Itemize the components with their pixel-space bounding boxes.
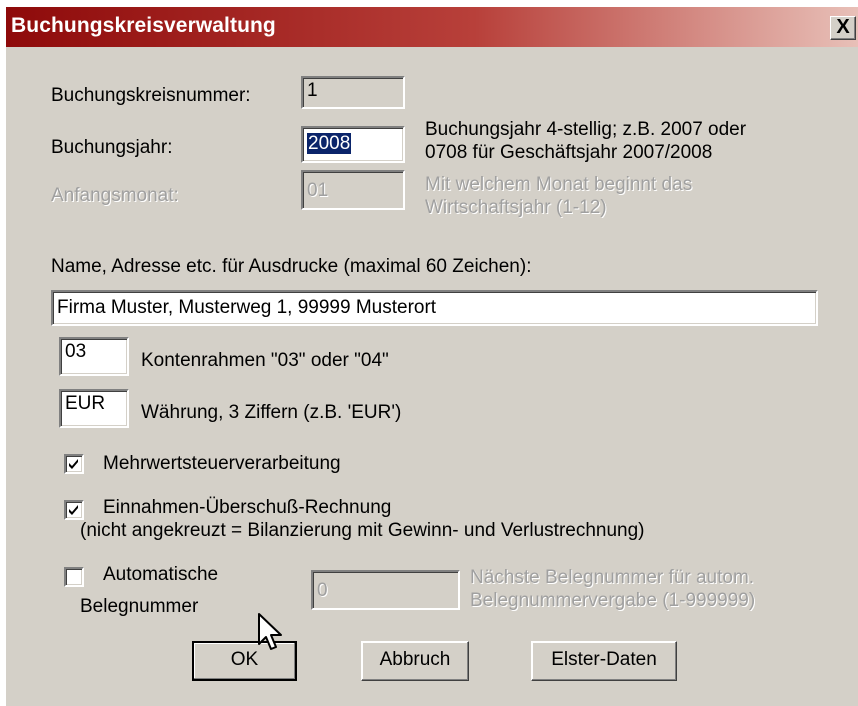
buchungsjahr-label: Buchungsjahr:	[51, 137, 173, 158]
anfangsmonat-hint-line2: Wirtschaftsjahr (1-12)	[425, 197, 607, 218]
buchungskreisnummer-field: 1	[301, 76, 405, 109]
checkmark-icon	[69, 459, 78, 469]
abbruch-button[interactable]: Abbruch	[361, 641, 469, 681]
anfangsmonat-field: 01	[301, 170, 405, 210]
eur-sublabel: (nicht angekreuzt = Bilanzierung mit Gew…	[80, 520, 645, 541]
belegnummer-hint-line1: Nächste Belegnummer für autom.	[470, 567, 755, 588]
name-value: Firma Muster, Musterweg 1, 99999 Mustero…	[57, 297, 437, 318]
auto-beleg-label-line2[interactable]: Belegnummer	[80, 596, 198, 618]
eur-checkbox[interactable]	[64, 500, 84, 520]
name-label: Name, Adresse etc. für Ausdrucke (maxima…	[51, 256, 532, 277]
kontenrahmen-input[interactable]: 03	[59, 337, 129, 376]
close-icon: X	[836, 16, 850, 38]
kontenrahmen-label: Kontenrahmen "03" oder "04"	[141, 350, 389, 371]
anfangsmonat-label: Anfangsmonat:	[51, 185, 179, 206]
close-button[interactable]: X	[830, 16, 856, 40]
buchungsjahr-value: 2008	[307, 133, 352, 154]
belegnummer-field: 0	[311, 570, 460, 610]
waehrung-value: EUR	[65, 393, 106, 414]
belegnummer-hint-line2: Belegnummervergabe (1-999999)	[470, 590, 756, 611]
mwst-checkbox[interactable]	[64, 454, 84, 474]
dialog-window: Buchungskreisverwaltung X Buchungskreisn…	[6, 7, 858, 706]
anfangsmonat-value: 01	[307, 180, 329, 201]
buchungsjahr-hint-line2: 0708 für Geschäftsjahr 2007/2008	[425, 142, 713, 163]
mouse-cursor-icon	[258, 613, 282, 650]
ok-button-label: OK	[230, 649, 259, 670]
abbruch-button-label: Abbruch	[379, 649, 451, 670]
waehrung-input[interactable]: EUR	[59, 389, 129, 428]
anfangsmonat-hint-line1: Mit welchem Monat beginnt das	[425, 174, 693, 195]
mwst-label[interactable]: Mehrwertsteuerverarbeitung	[103, 453, 341, 475]
kontenrahmen-value: 03	[65, 341, 87, 362]
buchungskreisnummer-value: 1	[307, 80, 318, 101]
name-input[interactable]: Firma Muster, Musterweg 1, 99999 Mustero…	[51, 290, 818, 326]
window-title: Buchungskreisverwaltung	[11, 14, 276, 37]
buchungskreisnummer-label: Buchungskreisnummer:	[51, 85, 251, 106]
checkmark-icon	[69, 505, 78, 515]
belegnummer-value: 0	[317, 580, 328, 601]
buchungsjahr-input[interactable]: 2008	[301, 126, 405, 163]
auto-beleg-label-line1[interactable]: Automatische	[103, 564, 218, 586]
waehrung-label: Währung, 3 Ziffern (z.B. 'EUR')	[141, 402, 402, 423]
elster-daten-button-label: Elster-Daten	[551, 649, 657, 670]
elster-daten-button[interactable]: Elster-Daten	[531, 641, 677, 681]
buchungsjahr-hint-line1: Buchungsjahr 4-stellig; z.B. 2007 oder	[425, 119, 747, 140]
eur-label[interactable]: Einnahmen-Überschuß-Rechnung	[103, 497, 391, 519]
title-bar[interactable]: Buchungskreisverwaltung X	[6, 7, 858, 47]
auto-beleg-checkbox[interactable]	[64, 567, 84, 587]
